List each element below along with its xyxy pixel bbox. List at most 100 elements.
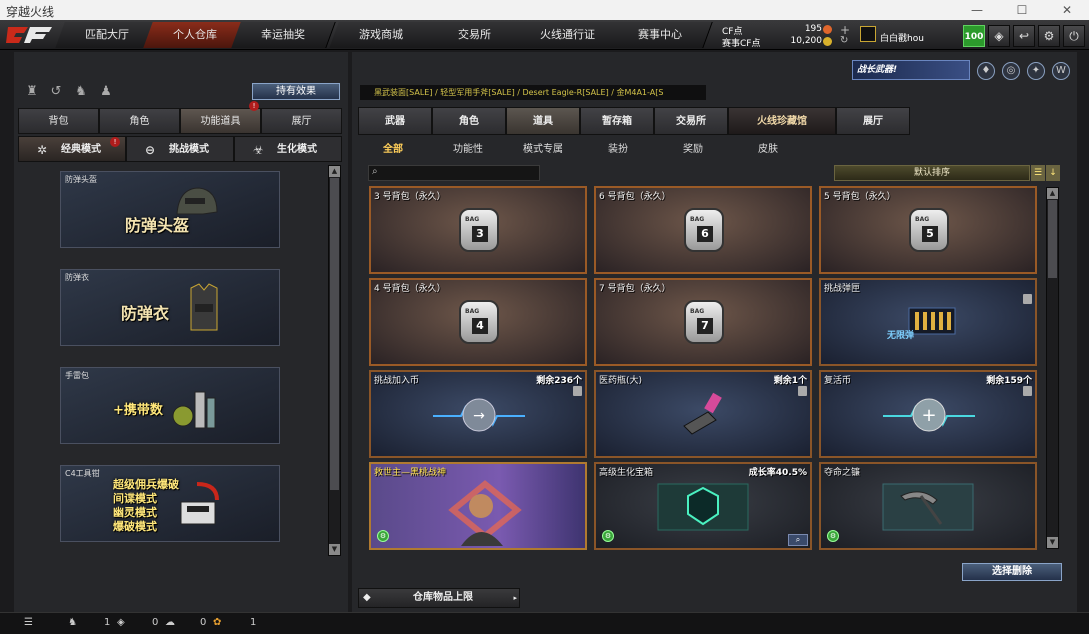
vest-icon (190, 283, 218, 331)
trash-icon[interactable] (573, 386, 582, 396)
bag-mini-icon[interactable]: ♟ (98, 84, 114, 100)
sort-order-icon[interactable]: ↓ (1046, 165, 1060, 181)
effect-card-grenade-bag[interactable]: 手雷包 +携带数 (60, 367, 280, 444)
effect-card-helmet[interactable]: 防弹头盔 防弹头盔 (60, 171, 280, 248)
wings-icon[interactable]: W (1052, 62, 1070, 80)
minimize-icon[interactable]: — (955, 0, 999, 20)
left-scroll-thumb[interactable] (330, 178, 339, 490)
search-input[interactable] (387, 167, 535, 179)
mode-challenge[interactable]: ⊖ 挑战模式 (126, 136, 234, 162)
tab-collection-hall[interactable]: 火线珍藏馆 (728, 107, 836, 135)
emblem-icon[interactable]: ✦ (1027, 62, 1045, 80)
mode-alert-badge: ! (110, 137, 120, 147)
item-card[interactable]: 挑战加入币 剩余236个 → (369, 370, 587, 458)
exit-room-icon[interactable]: ↩ (1013, 25, 1035, 47)
scroll-down-icon[interactable]: ▼ (329, 544, 340, 555)
menu-icon[interactable]: ☰ (24, 617, 33, 628)
tab-backpack[interactable]: 背包 (18, 108, 99, 134)
tab-weapons[interactable]: 武器 (358, 107, 432, 135)
refresh-icon[interactable]: ↻ (840, 35, 848, 46)
right-scrollbar[interactable]: ▲ ▼ (1046, 187, 1059, 549)
avatar[interactable] (860, 26, 876, 42)
item-card[interactable]: 医药瓶(大) 剩余1个 (594, 370, 812, 458)
event-coin-icon (823, 37, 832, 46)
tab-props[interactable]: 道具 (506, 107, 580, 135)
sort-select[interactable]: 默认排序 (834, 165, 1030, 181)
target-icon[interactable]: ◎ (1002, 62, 1020, 80)
tab-lucky-draw[interactable]: 幸运抽奖 (231, 22, 336, 48)
scroll-up-icon[interactable]: ▲ (329, 166, 340, 177)
tab-exhibit[interactable]: 展厅 (836, 107, 910, 135)
green-badge-icon: ⚙ (827, 530, 839, 542)
backpack-icon: BAG 7 (684, 300, 724, 344)
friends-icon[interactable]: ♞ (68, 617, 77, 628)
item-card[interactable]: 挑战弹匣 无限弹 (819, 278, 1037, 366)
close-icon[interactable]: ✕ (1045, 0, 1089, 20)
effect-card-c4-pliers[interactable]: C4工具钳 超级佣兵爆破 间谍模式 幽灵模式 爆破模式 (60, 465, 280, 542)
item-card[interactable]: 复活币 剩余159个 + (819, 370, 1037, 458)
settings-gear-icon[interactable]: ⚙ (1038, 25, 1060, 47)
item-card[interactable]: 高级生化宝箱 成长率40.5% ⚙ ⌕ (594, 462, 812, 550)
search-box[interactable]: ⌕ (368, 165, 540, 181)
item-card[interactable]: 7 号背包（永久） BAG 7 (594, 278, 812, 366)
tab-character[interactable]: 角色 (99, 108, 180, 134)
svg-text:+: + (921, 405, 936, 426)
tab-function-items[interactable]: 功能道具 (180, 108, 261, 134)
clan-icon[interactable]: ◈ (117, 617, 125, 628)
unlimited-ammo-label: 无限弹 (887, 331, 915, 341)
tab-game-store[interactable]: 游戏商城 (329, 22, 434, 48)
power-icon[interactable]: ⏻ (1063, 25, 1085, 47)
magnify-icon[interactable]: ⌕ (788, 534, 808, 546)
gift-icon[interactable]: ✿ (213, 617, 221, 628)
held-effect-button[interactable]: 持有效果 (252, 83, 340, 100)
category-reward[interactable]: 奖励 (683, 140, 703, 155)
tab-showroom[interactable]: 展厅 (261, 108, 342, 134)
trash-icon[interactable] (1023, 294, 1032, 304)
right-scroll-thumb[interactable] (1048, 200, 1057, 278)
character-icon[interactable]: ♞ (73, 84, 89, 100)
search-icon: ⌕ (372, 166, 378, 177)
category-dressup[interactable]: 装扮 (608, 140, 628, 155)
scroll-up-icon[interactable]: ▲ (1047, 188, 1058, 199)
helmet-icon (176, 187, 218, 215)
select-delete-button[interactable]: 选择删除 (962, 563, 1062, 581)
category-functional[interactable]: 功能性 (453, 140, 483, 155)
event-cf-value: 10,200 (790, 36, 823, 46)
window-title: 穿越火线 (6, 5, 55, 19)
tab-roles[interactable]: 角色 (432, 107, 506, 135)
medicine-bottle-icon (683, 392, 722, 435)
tab-event-center[interactable]: 赛事中心 (608, 22, 713, 48)
promo-banner[interactable]: 战长武器! (852, 60, 970, 80)
level-badge[interactable]: 100 (963, 25, 985, 47)
badge-icon[interactable]: ♦ (977, 62, 995, 80)
cycle-icon[interactable]: ↺ (48, 84, 64, 100)
category-mode-exclusive[interactable]: 模式专属 (523, 140, 563, 155)
scroll-down-icon[interactable]: ▼ (1047, 537, 1058, 548)
tab-exchange[interactable]: 交易所 (422, 22, 527, 48)
cf-value: 195 (804, 24, 822, 34)
list-view-icon[interactable]: ☰ (1031, 165, 1045, 181)
trash-icon[interactable] (1023, 386, 1032, 396)
trash-icon[interactable] (798, 386, 807, 396)
item-card[interactable]: 6 号背包（永久） BAG 6 (594, 186, 812, 274)
capacity-bar[interactable]: ◆ 仓库物品上限 ▸ (358, 588, 520, 608)
bottom-status-bar: ☰ ♞ 1 ◈ 0 ☁ 0 ✿ 1 (0, 612, 1089, 634)
item-card[interactable]: 救世主—黑桃战神 ⚙ (369, 462, 587, 550)
category-skin[interactable]: 皮肤 (758, 140, 778, 155)
item-card[interactable]: 5 号背包（永久） BAG 5 (819, 186, 1037, 274)
tab-storage-box[interactable]: 暂存箱 (580, 107, 654, 135)
stats-icon[interactable]: ♜ (24, 84, 40, 100)
tab-battle-pass[interactable]: 火线通行证 (515, 22, 620, 48)
gift-count: 0 (200, 617, 207, 628)
rank-shield-icon[interactable]: ◈ (988, 25, 1010, 47)
chat-icon[interactable]: ☁ (165, 617, 175, 628)
left-scrollbar[interactable]: ▲ ▼ (328, 165, 341, 556)
tab-trade[interactable]: 交易所 (654, 107, 728, 135)
item-card[interactable]: 夺命之镰 ⚙ (819, 462, 1037, 550)
category-all[interactable]: 全部 (383, 140, 403, 155)
maximize-icon[interactable]: ☐ (1000, 0, 1044, 20)
item-card[interactable]: 4 号背包（永久） BAG 4 (369, 278, 587, 366)
item-card[interactable]: 3 号背包（永久） BAG 3 (369, 186, 587, 274)
mode-biochem[interactable]: ☣ 生化模式 (234, 136, 342, 162)
effect-card-armor[interactable]: 防弹衣 防弹衣 (60, 269, 280, 346)
